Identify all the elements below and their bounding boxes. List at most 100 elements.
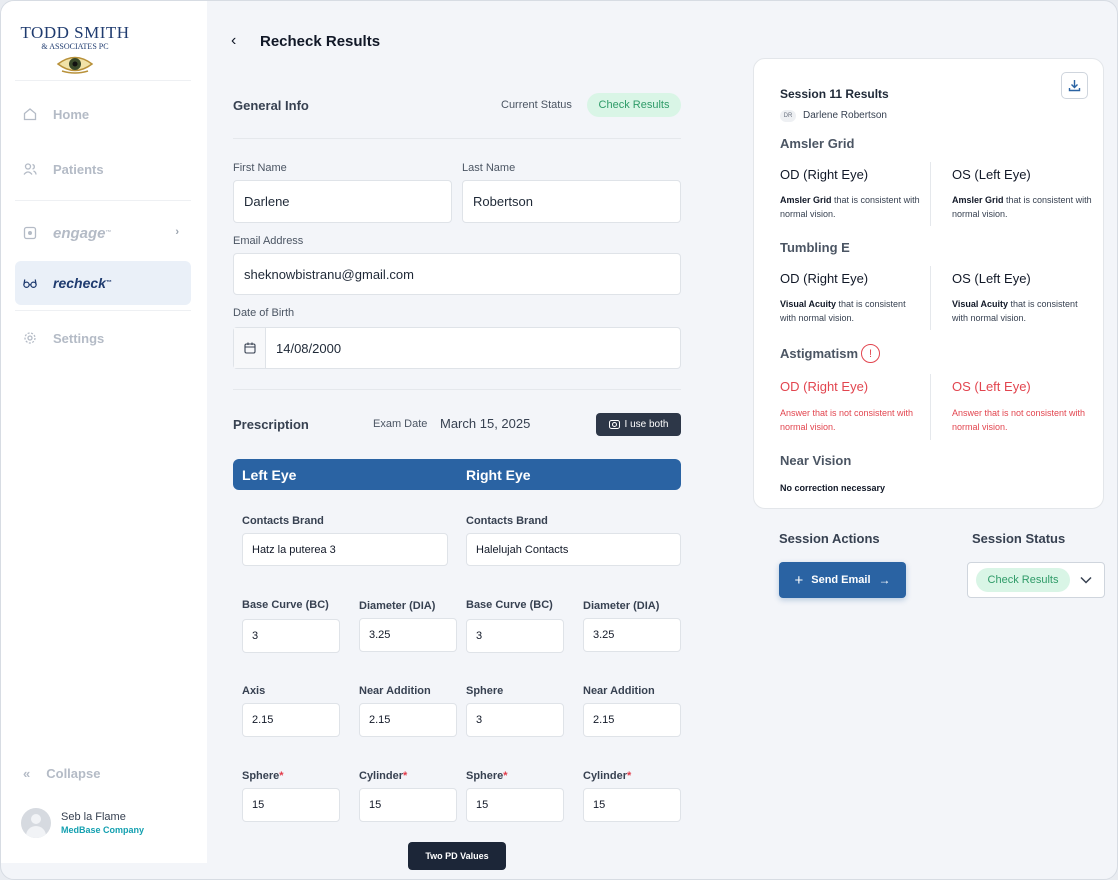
astig-os-header: OS (Left Eye) bbox=[952, 379, 1031, 394]
chevron-down-icon bbox=[1080, 576, 1092, 584]
right-contacts-brand-field[interactable]: Halelujah Contacts bbox=[466, 533, 681, 566]
gear-icon bbox=[24, 332, 36, 344]
right-diameter-label: Diameter (DIA) bbox=[583, 600, 660, 612]
desc-bold: Visual Acuity bbox=[952, 299, 1009, 309]
status-badge: Check Results bbox=[976, 568, 1070, 592]
session-title: Session 11 Results bbox=[780, 87, 889, 101]
download-icon bbox=[1068, 80, 1081, 92]
tumbling-os-header: OS (Left Eye) bbox=[952, 271, 1031, 286]
logo[interactable]: TODD SMITH & ASSOCIATES PC bbox=[17, 23, 133, 80]
right-sphere-top-field[interactable]: 3 bbox=[466, 703, 564, 737]
left-diameter-field[interactable]: 3.25 bbox=[359, 618, 457, 652]
last-name-label: Last Name bbox=[462, 162, 516, 174]
desc-bold: Amsler Grid bbox=[952, 195, 1004, 205]
sidebar-item-home[interactable]: Home bbox=[15, 92, 191, 136]
sidebar-item-patients[interactable]: Patients bbox=[15, 147, 191, 191]
sidebar-divider bbox=[15, 310, 191, 311]
session-results-card: Session 11 Results DR Darlene Robertson … bbox=[753, 58, 1104, 509]
email-field[interactable]: sheknowbistranu@gmail.com bbox=[233, 253, 681, 295]
left-contacts-brand-field[interactable]: Hatz la puterea 3 bbox=[242, 533, 448, 566]
left-axis-label: Axis bbox=[242, 685, 266, 697]
two-pd-values-button[interactable]: Two PD Values bbox=[408, 842, 506, 870]
session-status-select[interactable]: Check Results bbox=[967, 562, 1105, 598]
page-title: Recheck Results bbox=[260, 33, 381, 50]
tumbling-title: Tumbling E bbox=[780, 240, 850, 255]
download-button[interactable] bbox=[1061, 72, 1088, 99]
dob-label: Date of Birth bbox=[233, 307, 295, 319]
left-cylinder-field[interactable]: 15 bbox=[359, 788, 457, 822]
first-name-field[interactable]: Darlene bbox=[233, 180, 452, 223]
left-axis-field[interactable]: 2.15 bbox=[242, 703, 340, 737]
divider bbox=[930, 266, 931, 330]
use-both-toggle[interactable]: I use both bbox=[596, 413, 681, 436]
label-text: Sphere bbox=[242, 770, 280, 782]
divider bbox=[930, 374, 931, 440]
tumbling-od-header: OD (Right Eye) bbox=[780, 271, 869, 286]
astig-od-header: OD (Right Eye) bbox=[780, 379, 869, 394]
right-eye-header: Right Eye bbox=[466, 467, 531, 483]
exam-date-value: March 15, 2025 bbox=[440, 416, 531, 431]
app-window: TODD SMITH & ASSOCIATES PC Home Patients… bbox=[0, 0, 1118, 880]
last-name-field[interactable]: Robertson bbox=[462, 180, 681, 223]
prescription-title: Prescription bbox=[233, 417, 309, 432]
sidebar-item-label: engage bbox=[53, 224, 106, 242]
label-text: Cylinder bbox=[359, 770, 404, 782]
user-company: MedBase Company bbox=[61, 825, 145, 835]
sidebar-item-settings[interactable]: Settings bbox=[15, 316, 191, 360]
right-base-curve-field[interactable]: 3 bbox=[466, 619, 564, 653]
near-vision-desc: No correction necessary bbox=[780, 483, 886, 493]
tumbling-od-desc: Visual Acuity that is consistent with no… bbox=[780, 297, 920, 325]
double-chevron-left-icon: « bbox=[23, 766, 31, 781]
amsler-od-desc: Amsler Grid that is consistent with norm… bbox=[780, 193, 920, 221]
right-near-addition-field[interactable]: 2.15 bbox=[583, 703, 681, 737]
right-sphere-field[interactable]: 15 bbox=[466, 788, 564, 822]
dob-value: 14/08/2000 bbox=[276, 340, 342, 356]
plus-icon: + bbox=[794, 571, 804, 589]
right-cylinder-label: Cylinder* bbox=[583, 770, 631, 782]
left-sphere-field[interactable]: 15 bbox=[242, 788, 340, 822]
left-base-curve-field[interactable]: 3 bbox=[242, 619, 340, 653]
patient-name: Darlene Robertson bbox=[803, 110, 887, 121]
session-actions-title: Session Actions bbox=[779, 531, 880, 546]
home-icon bbox=[23, 108, 37, 121]
send-email-label: Send Email bbox=[811, 574, 871, 586]
left-eye-header: Left Eye bbox=[242, 467, 297, 483]
back-arrow-icon[interactable]: ‹ bbox=[231, 32, 236, 50]
user-name: Seb la Flame bbox=[61, 811, 126, 823]
left-near-addition-label: Near Addition bbox=[359, 685, 431, 697]
sidebar-divider bbox=[15, 200, 191, 201]
dob-field[interactable]: 14/08/2000 bbox=[233, 327, 681, 369]
avatar bbox=[21, 808, 51, 838]
eye-header-bar: Left Eye Right Eye bbox=[233, 459, 681, 490]
left-base-curve-label: Base Curve (BC) bbox=[242, 599, 329, 611]
email-label: Email Address bbox=[233, 235, 304, 247]
send-email-button[interactable]: + Send Email → bbox=[779, 562, 906, 598]
sidebar-item-engage[interactable]: engage ™ › bbox=[15, 211, 191, 255]
chevron-right-icon: › bbox=[175, 226, 179, 238]
right-base-curve-label: Base Curve (BC) bbox=[466, 599, 553, 611]
tumbling-os-desc: Visual Acuity that is consistent with no… bbox=[952, 297, 1092, 325]
collapse-button[interactable]: « Collapse bbox=[23, 766, 116, 781]
calendar-icon[interactable] bbox=[234, 328, 266, 368]
sidebar-item-recheck[interactable]: recheck ™ bbox=[15, 261, 191, 305]
right-sphere-label: Sphere* bbox=[466, 770, 508, 782]
logo-subtitle: & ASSOCIATES PC bbox=[41, 42, 109, 51]
general-info-title: General Info bbox=[233, 98, 309, 113]
user-profile[interactable]: Seb la Flame MedBase Company bbox=[21, 808, 144, 838]
divider bbox=[233, 389, 681, 390]
eye-logo-icon bbox=[56, 56, 94, 74]
right-cylinder-field[interactable]: 15 bbox=[583, 788, 681, 822]
right-near-addition-label: Near Addition bbox=[583, 685, 655, 697]
right-diameter-field[interactable]: 3.25 bbox=[583, 618, 681, 652]
sidebar-item-label: Home bbox=[53, 106, 90, 122]
session-status-title: Session Status bbox=[972, 531, 1066, 546]
astigmatism-title: Astigmatism bbox=[780, 346, 859, 361]
left-cylinder-label: Cylinder* bbox=[359, 770, 407, 782]
left-diameter-label: Diameter (DIA) bbox=[359, 600, 436, 612]
current-status-label: Current Status bbox=[501, 99, 572, 111]
use-both-label: I use both bbox=[624, 419, 669, 430]
engage-icon bbox=[23, 226, 37, 240]
status-badge: Check Results bbox=[587, 93, 681, 117]
desc-bold: Amsler Grid bbox=[780, 195, 832, 205]
left-near-addition-field[interactable]: 2.15 bbox=[359, 703, 457, 737]
